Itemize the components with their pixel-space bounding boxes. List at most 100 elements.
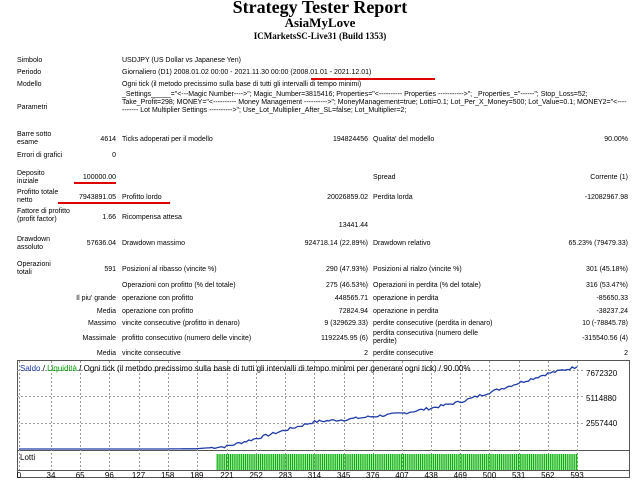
value-spread: Corrente (1) — [590, 174, 628, 181]
label-op-perd: Operazioni in perdita (% del totale) — [373, 282, 481, 289]
lotti-bar — [559, 454, 561, 470]
lotti-bar — [532, 454, 534, 470]
lotti-bar — [502, 454, 504, 470]
lotti-bar — [527, 454, 529, 470]
lotti-bar — [380, 454, 382, 470]
lotti-bar — [271, 454, 273, 470]
lotti-bar — [382, 454, 384, 470]
lotti-bar — [529, 454, 531, 470]
value-qualita: 90.00% — [604, 136, 628, 143]
lotti-bar — [540, 454, 542, 470]
lotti-bar — [466, 454, 469, 470]
lotti-bar — [340, 454, 343, 470]
lotti-bar — [481, 454, 484, 470]
y-tick-label: 7672320 — [586, 369, 618, 378]
lotti-bar — [342, 454, 344, 470]
lotti-bar — [478, 454, 480, 470]
label-qualita: Qualita' del modello — [373, 136, 435, 143]
lotti-bar — [314, 454, 316, 470]
lotti-bar — [216, 454, 218, 470]
lotti-bar — [333, 454, 335, 470]
lotti-bar — [295, 454, 297, 470]
lotti-bar — [417, 454, 420, 470]
lotti-bar — [365, 454, 367, 470]
lotti-bar — [259, 454, 262, 470]
value-profitto-netto: 7943891.05 — [79, 194, 116, 201]
label-med-vinc: vincite consecutive — [122, 350, 181, 357]
lotti-bar — [547, 454, 550, 470]
lotti-bar — [438, 454, 440, 470]
lotti-bar — [224, 454, 226, 470]
lotti-bar — [312, 454, 314, 470]
lotti-bar — [530, 454, 533, 470]
value-op-tot: 591 — [104, 266, 116, 273]
x-tick-label: 221 — [220, 471, 234, 480]
lotti-bar — [521, 454, 523, 470]
lotti-bar — [451, 454, 454, 470]
value-parametri: _Settings_____="<---Magic Number---->"; … — [122, 91, 627, 114]
label-grande: Il piu' grande — [76, 295, 116, 302]
lotti-bar — [553, 454, 555, 470]
lotti-bar — [564, 454, 566, 470]
lotti-bar — [446, 454, 448, 470]
x-tick-label: 189 — [190, 471, 204, 480]
lotti-bar — [572, 454, 574, 470]
lotti-bar — [337, 454, 339, 470]
label-barre: Barre sotto esame — [17, 131, 52, 146]
label-mass-prof: profitto consecutivo (numero delle vinci… — [122, 335, 252, 342]
lotti-bar — [500, 454, 502, 470]
lotti-bar — [545, 454, 548, 470]
lotti-bar — [269, 454, 271, 470]
lotti-bar — [265, 454, 267, 470]
lotti-bar — [241, 454, 243, 470]
lotti-bar — [218, 454, 220, 470]
lotti-bar — [487, 454, 489, 470]
lotti-bar — [288, 454, 290, 470]
lotti-bar — [352, 454, 354, 470]
lotti-bar — [551, 454, 553, 470]
lotti-bar — [297, 454, 299, 470]
lotti-bar — [244, 454, 247, 470]
value-dd-rel: 65.23% (79479.33) — [568, 240, 628, 247]
lotti-bar — [237, 454, 239, 470]
lotti-bar — [423, 454, 425, 470]
legend-liquidita: Liquidità — [47, 364, 77, 373]
lotti-bar — [284, 454, 286, 470]
value-ricompensa: 13441.44 — [338, 222, 368, 229]
lotti-bar — [570, 454, 572, 470]
label-ricompensa: Ricompensa attesa — [122, 214, 182, 221]
lotti-bar — [226, 454, 228, 470]
label-media-perd: operazione in perdita — [373, 308, 439, 315]
lotti-bar — [335, 454, 337, 470]
lotti-bar — [350, 454, 352, 470]
lotti-bar — [282, 454, 284, 470]
lotti-bar — [291, 454, 294, 470]
lotti-bar — [250, 454, 252, 470]
value-simbolo: USDJPY (US Dollar vs Japanese Yen) — [122, 57, 241, 64]
lotti-bar — [397, 454, 399, 470]
label-mass-perd: perdita consecutiva (numero delle perdit… — [373, 330, 479, 345]
y-tick-label: 5114880 — [586, 394, 617, 403]
x-tick-label: 65 — [75, 471, 85, 480]
x-tick-label: 34 — [46, 471, 56, 480]
label-max-vinc: vincite consecutive (profitto in denaro) — [122, 320, 240, 327]
lotti-bar — [566, 454, 568, 470]
lotti-bar — [465, 454, 467, 470]
lotti-bar — [523, 454, 525, 470]
lotti-bar — [267, 454, 269, 470]
lotti-bar — [310, 454, 312, 470]
chart-legend: Saldo / Liquidità / Ogni tick (il metodo… — [20, 364, 471, 373]
x-tick-label: 593 — [570, 471, 584, 480]
lotti-bar — [346, 454, 348, 470]
server-build: ICMarketsSC-Live31 (Build 1353) — [253, 31, 387, 41]
value-modello: Ogni tick (il metodo precissimo sulla ba… — [122, 81, 362, 88]
lotti-bar — [384, 454, 386, 470]
lotti-bar — [504, 454, 506, 470]
lotti-bar — [306, 454, 309, 470]
value-errori: 0 — [112, 152, 116, 159]
y-tick-label: 2557440 — [586, 419, 618, 428]
value-rialzo: 301 (45.18%) — [585, 266, 628, 273]
lotti-bar — [301, 454, 303, 470]
legend-description: / Ogni tick (il metodo precissimo sulla … — [76, 364, 471, 373]
x-tick-label: 562 — [541, 471, 555, 480]
